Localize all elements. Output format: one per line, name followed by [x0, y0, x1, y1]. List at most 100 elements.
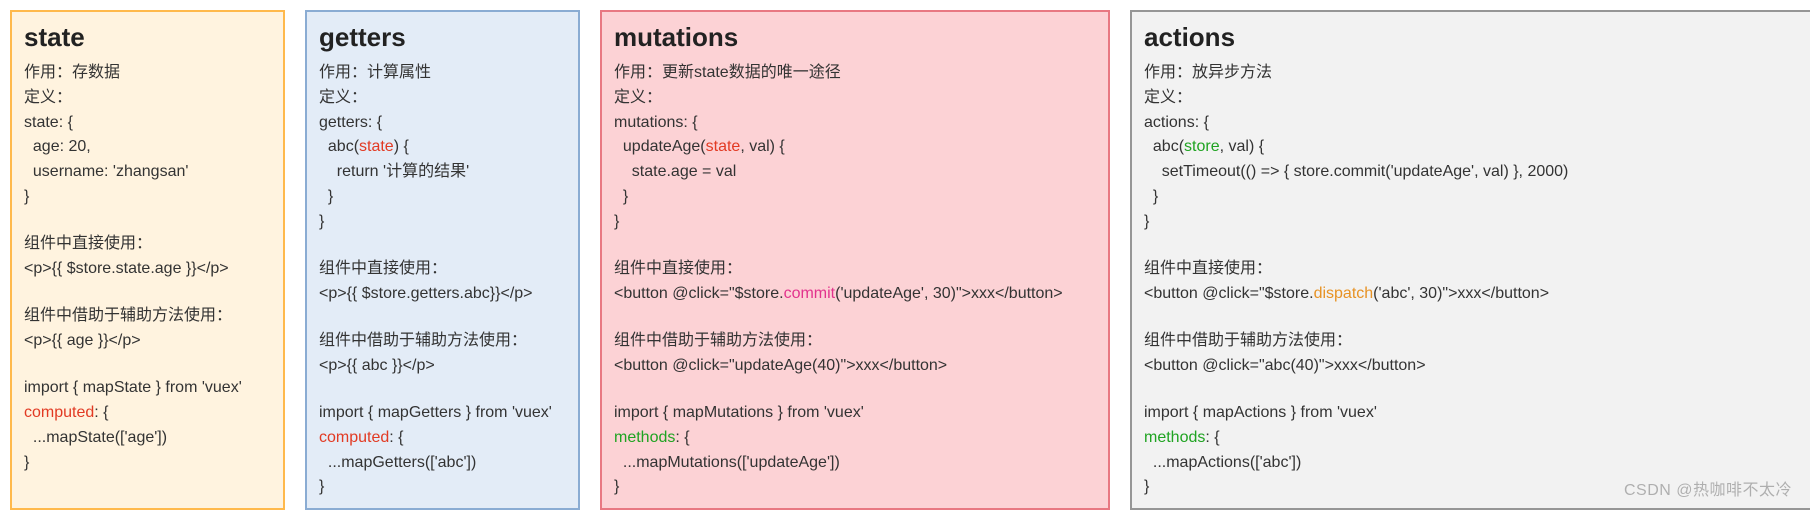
mutations-def-5: } — [614, 210, 1096, 235]
state-computed: computed: { — [24, 401, 271, 426]
mutations-helper-label: 组件中借助于辅助方法使用： — [614, 329, 1096, 354]
state-def-3: username: 'zhangsan' — [24, 160, 271, 185]
actions-import: import { mapActions } from 'vuex' — [1144, 401, 1806, 426]
methods-keyword: methods — [1144, 429, 1205, 446]
getters-def-5: } — [319, 210, 566, 235]
state-purpose: 作用：存数据 — [24, 61, 271, 86]
card-getters: getters 作用：计算属性 定义： getters: { abc(state… — [305, 10, 580, 510]
state-direct-label: 组件中直接使用： — [24, 232, 271, 257]
mutations-map: ...mapMutations(['updateAge']) — [614, 451, 1096, 476]
state-close: } — [24, 451, 271, 476]
def2a: updateAge( — [614, 138, 706, 155]
def2c: , val) { — [1220, 138, 1264, 155]
state-helper-code: <p>{{ age }}</p> — [24, 329, 271, 354]
getters-close: } — [319, 475, 566, 500]
spacer — [24, 354, 271, 376]
actions-methods: methods: { — [1144, 426, 1806, 451]
state-helper-label: 组件中借助于辅助方法使用： — [24, 304, 271, 329]
mutations-close: } — [614, 475, 1096, 500]
actions-def-3: setTimeout(() => { store.commit('updateA… — [1144, 160, 1806, 185]
direct-a: <button @click="$store. — [1144, 285, 1314, 302]
getters-def-3: return '计算的结果' — [319, 160, 566, 185]
state-param: state — [359, 138, 394, 155]
card-state: state 作用：存数据 定义： state: { age: 20, usern… — [10, 10, 285, 510]
card-mutations-title: mutations — [614, 22, 1096, 53]
state-def-4: } — [24, 185, 271, 210]
getters-direct-label: 组件中直接使用： — [319, 257, 566, 282]
dispatch-keyword: dispatch — [1314, 285, 1374, 302]
getters-purpose: 作用：计算属性 — [319, 61, 566, 86]
mutations-methods: methods: { — [614, 426, 1096, 451]
getters-define-label: 定义： — [319, 86, 566, 111]
spacer — [1144, 235, 1806, 257]
state-def-1: state: { — [24, 111, 271, 136]
computed-keyword: computed — [24, 404, 94, 421]
actions-def-5: } — [1144, 210, 1806, 235]
def2a: abc( — [319, 138, 359, 155]
spacer — [614, 235, 1096, 257]
actions-direct-label: 组件中直接使用： — [1144, 257, 1806, 282]
actions-def-1: actions: { — [1144, 111, 1806, 136]
actions-direct-code: <button @click="$store.dispatch('abc', 3… — [1144, 282, 1806, 307]
state-import: import { mapState } from 'vuex' — [24, 376, 271, 401]
spacer — [319, 379, 566, 401]
methods-after: : { — [1205, 429, 1219, 446]
methods-after: : { — [675, 429, 689, 446]
getters-direct-code: <p>{{ $store.getters.abc}}</p> — [319, 282, 566, 307]
state-map: ...mapState(['age']) — [24, 426, 271, 451]
card-actions-title: actions — [1144, 22, 1806, 53]
card-state-title: state — [24, 22, 271, 53]
mutations-def-1: mutations: { — [614, 111, 1096, 136]
actions-def-2: abc(store, val) { — [1144, 135, 1806, 160]
actions-helper-label: 组件中借助于辅助方法使用： — [1144, 329, 1806, 354]
def2a: abc( — [1144, 138, 1184, 155]
watermark: CSDN @热咖啡不太冷 — [1624, 476, 1792, 500]
direct-c: ('abc', 30)">xxx</button> — [1373, 285, 1549, 302]
card-mutations: mutations 作用：更新state数据的唯一途径 定义： mutation… — [600, 10, 1110, 510]
methods-keyword: methods — [614, 429, 675, 446]
mutations-purpose: 作用：更新state数据的唯一途径 — [614, 61, 1096, 86]
getters-helper-label: 组件中借助于辅助方法使用： — [319, 329, 566, 354]
direct-c: ('updateAge', 30)">xxx</button> — [835, 285, 1063, 302]
getters-def-4: } — [319, 185, 566, 210]
mutations-import: import { mapMutations } from 'vuex' — [614, 401, 1096, 426]
actions-define-label: 定义： — [1144, 86, 1806, 111]
card-getters-title: getters — [319, 22, 566, 53]
actions-def-4: } — [1144, 185, 1806, 210]
spacer — [24, 210, 271, 232]
mutations-direct-code: <button @click="$store.commit('updateAge… — [614, 282, 1096, 307]
computed-keyword: computed — [319, 429, 389, 446]
mutations-helper-code: <button @click="updateAge(40)">xxx</butt… — [614, 354, 1096, 379]
getters-import: import { mapGetters } from 'vuex' — [319, 401, 566, 426]
store-param: store — [1184, 138, 1220, 155]
spacer — [1144, 307, 1806, 329]
mutations-define-label: 定义： — [614, 86, 1096, 111]
actions-helper-code: <button @click="abc(40)">xxx</button> — [1144, 354, 1806, 379]
commit-keyword: commit — [784, 285, 836, 302]
getters-map: ...mapGetters(['abc']) — [319, 451, 566, 476]
vuex-concept-cards: state 作用：存数据 定义： state: { age: 20, usern… — [10, 10, 1800, 510]
computed-after: : { — [94, 404, 108, 421]
getters-helper-code: <p>{{ abc }}</p> — [319, 354, 566, 379]
def2c: , val) { — [740, 138, 784, 155]
spacer — [1144, 379, 1806, 401]
state-param: state — [706, 138, 741, 155]
state-def-2: age: 20, — [24, 135, 271, 160]
state-define-label: 定义： — [24, 86, 271, 111]
card-actions: actions 作用：放异步方法 定义： actions: { abc(stor… — [1130, 10, 1810, 510]
mutations-def-3: state.age = val — [614, 160, 1096, 185]
spacer — [319, 235, 566, 257]
getters-def-2: abc(state) { — [319, 135, 566, 160]
getters-computed: computed: { — [319, 426, 566, 451]
direct-a: <button @click="$store. — [614, 285, 784, 302]
actions-map: ...mapActions(['abc']) — [1144, 451, 1806, 476]
def2c: ) { — [394, 138, 409, 155]
spacer — [319, 307, 566, 329]
mutations-def-2: updateAge(state, val) { — [614, 135, 1096, 160]
state-direct-code: <p>{{ $store.state.age }}</p> — [24, 257, 271, 282]
mutations-direct-label: 组件中直接使用： — [614, 257, 1096, 282]
spacer — [614, 379, 1096, 401]
computed-after: : { — [389, 429, 403, 446]
spacer — [24, 282, 271, 304]
mutations-def-4: } — [614, 185, 1096, 210]
